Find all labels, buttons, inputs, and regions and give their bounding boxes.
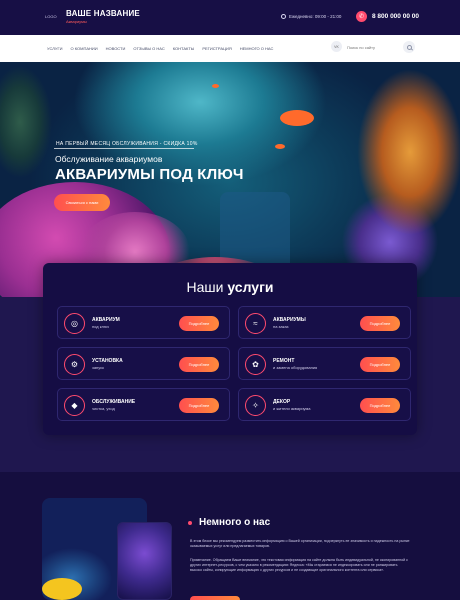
- search-input[interactable]: [347, 42, 399, 52]
- aquarium-icon: ◎: [64, 313, 85, 334]
- about-photo-secondary: [117, 522, 172, 600]
- service-item-custom-aquariums[interactable]: ≈ АКВАРИУМЫ на заказ Подробнее: [238, 306, 411, 339]
- service-item-installation[interactable]: ⚙ УСТАНОВКА запуск Подробнее: [57, 347, 230, 380]
- about-more-button[interactable]: [190, 596, 240, 600]
- service-title: УСТАНОВКА: [92, 358, 123, 364]
- nav-item-about-us[interactable]: Немного о нас: [240, 46, 274, 51]
- service-item-decor[interactable]: ✧ ДЕКОР и жители аквариума Подробнее: [238, 388, 411, 421]
- service-details-button[interactable]: Подробнее: [179, 357, 219, 372]
- service-subtitle: под ключ: [92, 324, 109, 329]
- service-title: ДЕКОР: [273, 399, 291, 405]
- fish-decoration: [212, 84, 219, 88]
- hero-title: АКВАРИУМЫ ПОД КЛЮЧ: [55, 166, 244, 183]
- service-item-maintenance[interactable]: ◆ ОБСЛУЖИВАНИЕ чистка, уход Подробнее: [57, 388, 230, 421]
- vk-icon[interactable]: VK: [331, 41, 342, 52]
- phone-number[interactable]: 8 800 000 00 00: [372, 13, 419, 20]
- hero-reef-decoration: [300, 62, 460, 297]
- nav-menu: Услуги О компании Новости Отзывы о нас К…: [47, 46, 281, 51]
- decor-icon: ✧: [245, 395, 266, 416]
- brand-name[interactable]: ВАШЕ НАЗВАНИЕ: [66, 9, 140, 18]
- fish-decoration: [280, 110, 314, 126]
- top-bar: LOGO ВАШЕ НАЗВАНИЕ Аквариумы Ежедневно: …: [0, 0, 460, 35]
- services-title: Наши услуги: [43, 279, 417, 295]
- service-item-aquarium[interactable]: ◎ АКВАРИУМ под ключ Подробнее: [57, 306, 230, 339]
- clock-icon: [281, 14, 286, 19]
- about-paragraph-note: Примечание. Обращаем Ваше внимание, что …: [190, 558, 408, 572]
- maintenance-icon: ◆: [64, 395, 85, 416]
- nav-item-services[interactable]: Услуги: [47, 46, 63, 51]
- service-subtitle: на заказ: [273, 324, 289, 329]
- brand-subtitle: Аквариумы: [66, 19, 87, 24]
- fish-decoration: [42, 578, 82, 600]
- service-details-button[interactable]: Подробнее: [179, 316, 219, 331]
- services-title-bold: услуги: [227, 279, 274, 295]
- phone-icon[interactable]: ✆: [356, 11, 367, 22]
- working-hours-text: Ежедневно: 09:00 - 21:00: [289, 14, 342, 19]
- service-subtitle: и жители аквариума: [273, 406, 311, 411]
- service-details-button[interactable]: Подробнее: [179, 398, 219, 413]
- about-title: Немного о нас: [199, 517, 271, 528]
- hero-promo-text: НА ПЕРВЫЙ МЕСЯЦ ОБСЛУЖИВАНИЯ - СКИДКА 10…: [56, 141, 198, 147]
- service-title: РЕМОНТ: [273, 358, 295, 364]
- about-paragraph: В этом блоке мы рекомендуем разместить и…: [190, 539, 410, 548]
- custom-aquarium-icon: ≈: [245, 313, 266, 334]
- service-title: АКВАРИУМЫ: [273, 317, 306, 323]
- service-subtitle: запуск: [92, 365, 104, 370]
- search-button[interactable]: [403, 41, 415, 53]
- hero-divider: [54, 148, 194, 149]
- service-subtitle: и замена оборудования: [273, 365, 318, 370]
- service-subtitle: чистка, уход: [92, 406, 115, 411]
- service-details-button[interactable]: Подробнее: [360, 398, 400, 413]
- contact-us-button[interactable]: Связаться с нами: [54, 194, 110, 211]
- nav-item-reviews[interactable]: Отзывы о нас: [133, 46, 164, 51]
- service-title: АКВАРИУМ: [92, 317, 120, 323]
- repair-icon: ✿: [245, 354, 266, 375]
- installation-icon: ⚙: [64, 354, 85, 375]
- about-title-marker: [188, 521, 192, 525]
- service-details-button[interactable]: Подробнее: [360, 357, 400, 372]
- service-item-repair[interactable]: ✿ РЕМОНТ и замена оборудования Подробнее: [238, 347, 411, 380]
- fish-decoration: [275, 144, 285, 149]
- nav-item-registration[interactable]: Регистрация: [202, 46, 231, 51]
- logo[interactable]: LOGO: [45, 14, 57, 19]
- service-title: ОБСЛУЖИВАНИЕ: [92, 399, 136, 405]
- nav-item-news[interactable]: Новости: [106, 46, 126, 51]
- hero-reef-decoration: [0, 62, 70, 182]
- hero-subtitle: Обслуживание аквариумов: [55, 154, 163, 164]
- working-hours: Ежедневно: 09:00 - 21:00: [281, 14, 341, 19]
- services-card: Наши услуги ◎ АКВАРИУМ под ключ Подробне…: [43, 263, 417, 435]
- nav-item-contacts[interactable]: Контакты: [173, 46, 195, 51]
- nav-item-about-company[interactable]: О компании: [71, 46, 98, 51]
- service-details-button[interactable]: Подробнее: [360, 316, 400, 331]
- search-icon: [406, 44, 412, 50]
- services-title-light: Наши: [186, 279, 224, 295]
